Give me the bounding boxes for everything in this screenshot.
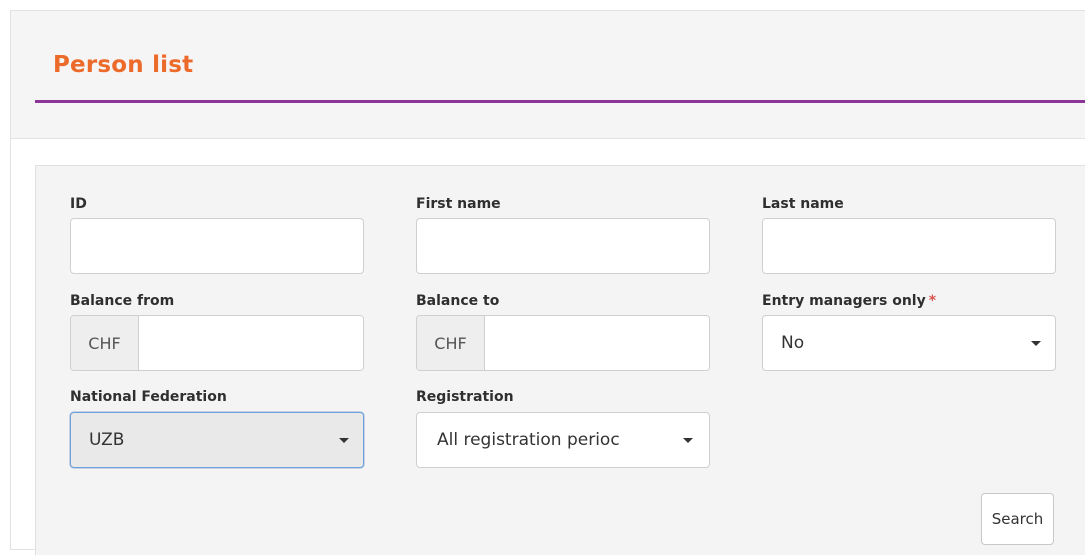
- balance-from-currency: CHF: [71, 316, 139, 370]
- search-form-panel: ID First name Last name Balance from CHF…: [35, 165, 1085, 555]
- balance-to-input[interactable]: [485, 316, 709, 370]
- required-marker: *: [928, 293, 937, 309]
- search-button[interactable]: Search: [981, 493, 1054, 545]
- national-federation-value: UZB: [89, 430, 125, 450]
- first-name-input[interactable]: [416, 218, 710, 274]
- registration-select[interactable]: All registration perioc: [416, 412, 710, 468]
- page-header: Person list: [11, 11, 1085, 139]
- page-title: Person list: [53, 52, 194, 78]
- entry-managers-only-label: Entry managers only *: [762, 292, 936, 310]
- title-underline: [35, 100, 1085, 103]
- page-container: Person list ID First name Last name Bala…: [10, 10, 1085, 555]
- first-name-label: First name: [416, 196, 501, 212]
- last-name-label: Last name: [762, 196, 844, 212]
- registration-value: All registration perioc: [437, 430, 620, 450]
- entry-managers-only-label-text: Entry managers only: [762, 293, 926, 309]
- id-label: ID: [70, 196, 87, 212]
- balance-from-input[interactable]: [139, 316, 363, 370]
- balance-to-currency: CHF: [417, 316, 485, 370]
- caret-down-icon: [339, 437, 349, 443]
- balance-to-group: CHF: [416, 315, 710, 371]
- caret-down-icon: [683, 437, 693, 443]
- registration-label: Registration: [416, 389, 514, 405]
- national-federation-label: National Federation: [70, 389, 227, 405]
- balance-from-group: CHF: [70, 315, 364, 371]
- national-federation-select[interactable]: UZB: [70, 412, 364, 468]
- caret-down-icon: [1031, 340, 1041, 346]
- entry-managers-only-select[interactable]: No: [762, 315, 1056, 371]
- balance-to-label: Balance to: [416, 293, 500, 309]
- entry-managers-only-value: No: [781, 333, 805, 353]
- balance-from-label: Balance from: [70, 293, 175, 309]
- last-name-input[interactable]: [762, 218, 1056, 274]
- id-input[interactable]: [70, 218, 364, 274]
